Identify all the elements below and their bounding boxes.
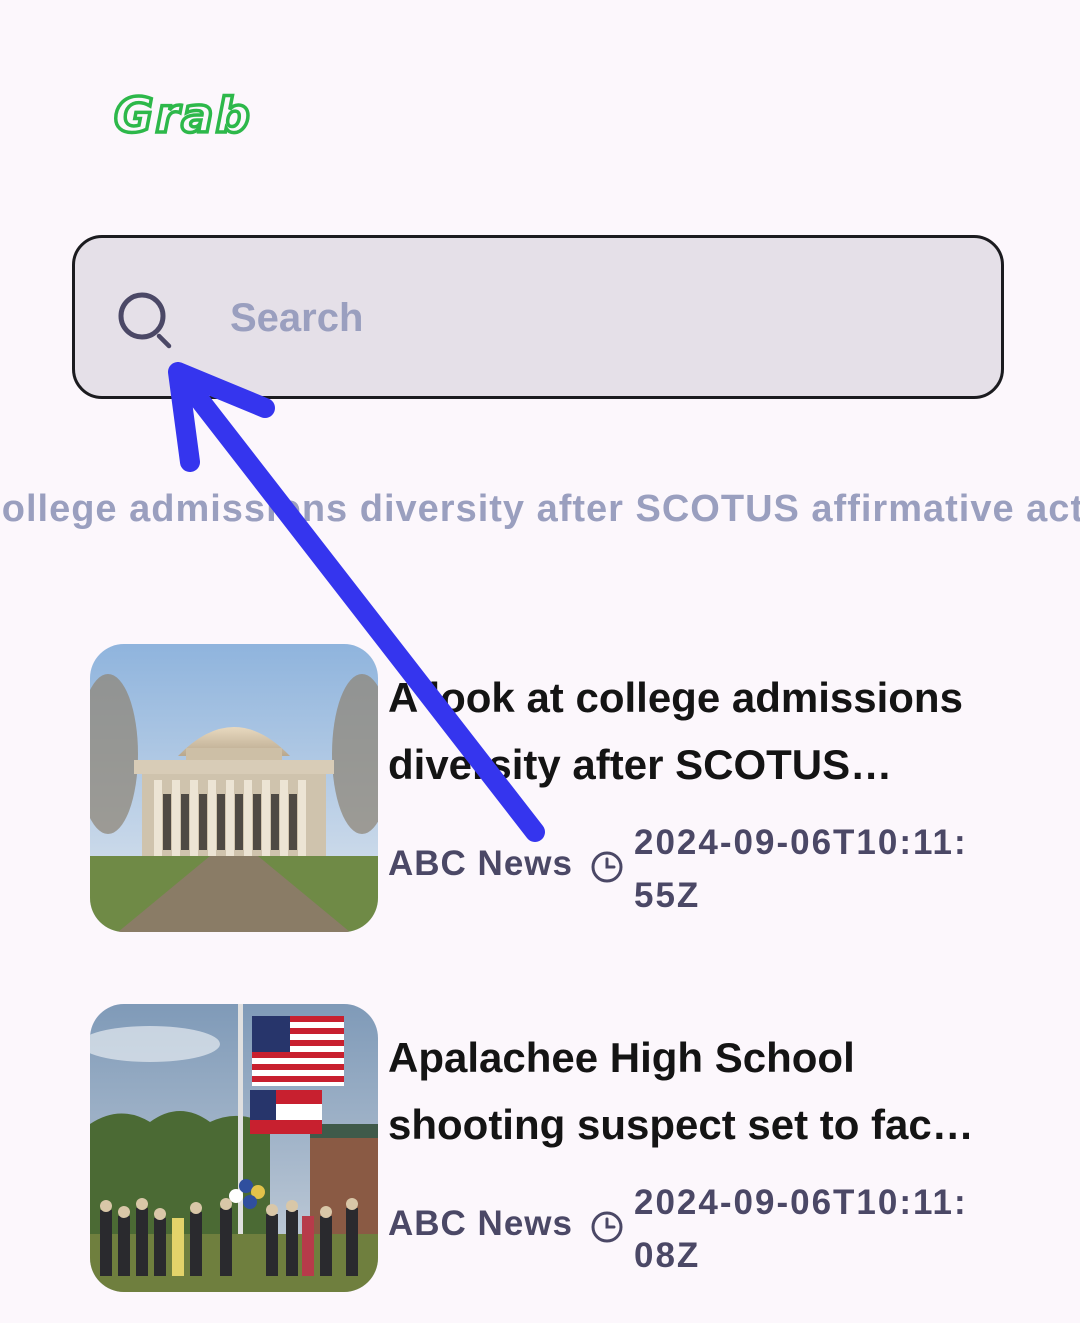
search-icon[interactable] xyxy=(115,290,177,352)
article-source: ABC News xyxy=(388,844,573,883)
clock-icon xyxy=(591,1211,623,1243)
news-card[interactable]: A look at college admissions diversity a… xyxy=(90,644,990,932)
search-bar[interactable] xyxy=(72,235,1004,399)
headline-ticker[interactable]: A look at college admissions diversity a… xyxy=(0,488,1080,544)
article-timestamp: 2024-09-06T10:11:55Z xyxy=(634,823,968,915)
article-thumbnail[interactable] xyxy=(90,644,378,932)
article-title[interactable]: Apalachee High School shooting suspect s… xyxy=(388,1024,988,1158)
article-thumbnail[interactable] xyxy=(90,1004,378,1292)
svg-text:Grab: Grab xyxy=(114,90,252,144)
ticker-text: A look at college admissions diversity a… xyxy=(0,488,1080,530)
search-input[interactable] xyxy=(230,278,950,358)
article-source: ABC News xyxy=(388,1204,573,1243)
article-title[interactable]: A look at college admissions diversity a… xyxy=(388,664,988,798)
article-timestamp: 2024-09-06T10:11:08Z xyxy=(634,1183,968,1275)
clock-icon xyxy=(591,851,623,883)
news-card[interactable]: Apalachee High School shooting suspect s… xyxy=(90,1004,990,1292)
grab-logo: Grab xyxy=(112,90,252,146)
